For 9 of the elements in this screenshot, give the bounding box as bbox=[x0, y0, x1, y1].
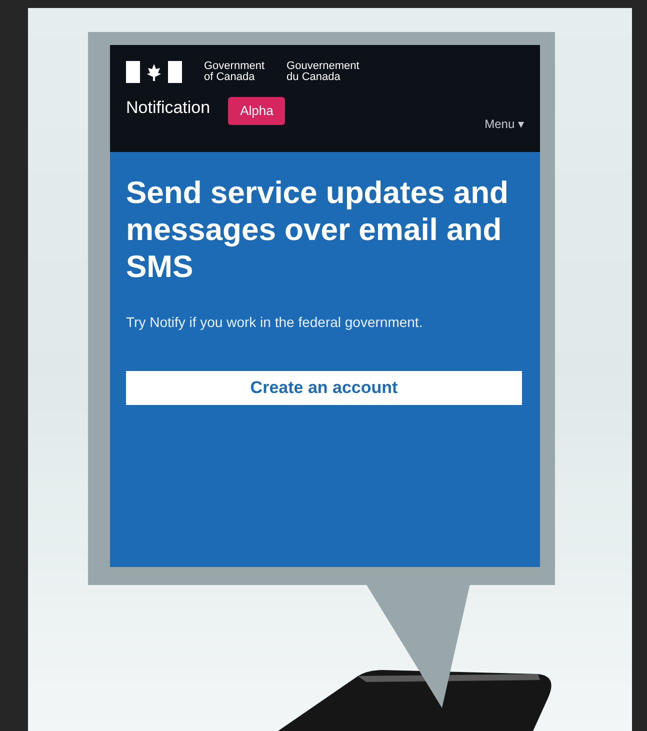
department-name-english: Government of Canada bbox=[204, 61, 265, 83]
create-account-button[interactable]: Create an account bbox=[126, 371, 522, 405]
hero-text: Try Notify if you work in the federal government. bbox=[126, 313, 424, 332]
canada-flag-icon bbox=[126, 61, 182, 83]
alpha-badge: Alpha bbox=[228, 97, 286, 124]
product-name: Notification bbox=[126, 97, 210, 119]
menu-button[interactable]: Menu ▾ bbox=[484, 114, 524, 132]
hero-title: Send service updates and messages over email and SMS bbox=[126, 174, 510, 285]
department-name-french: Gouvernement du Canada bbox=[286, 61, 360, 83]
